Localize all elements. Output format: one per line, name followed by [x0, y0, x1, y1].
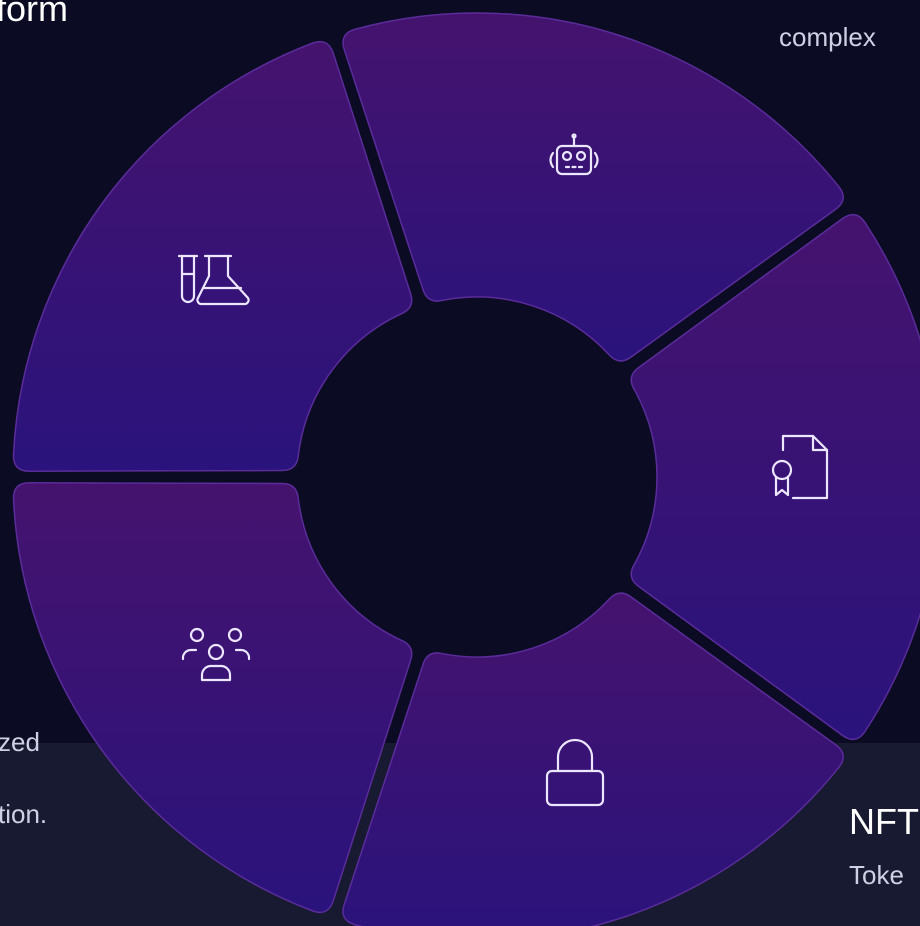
segment-users[interactable]	[12, 482, 413, 914]
feature-wheel	[12, 12, 920, 926]
